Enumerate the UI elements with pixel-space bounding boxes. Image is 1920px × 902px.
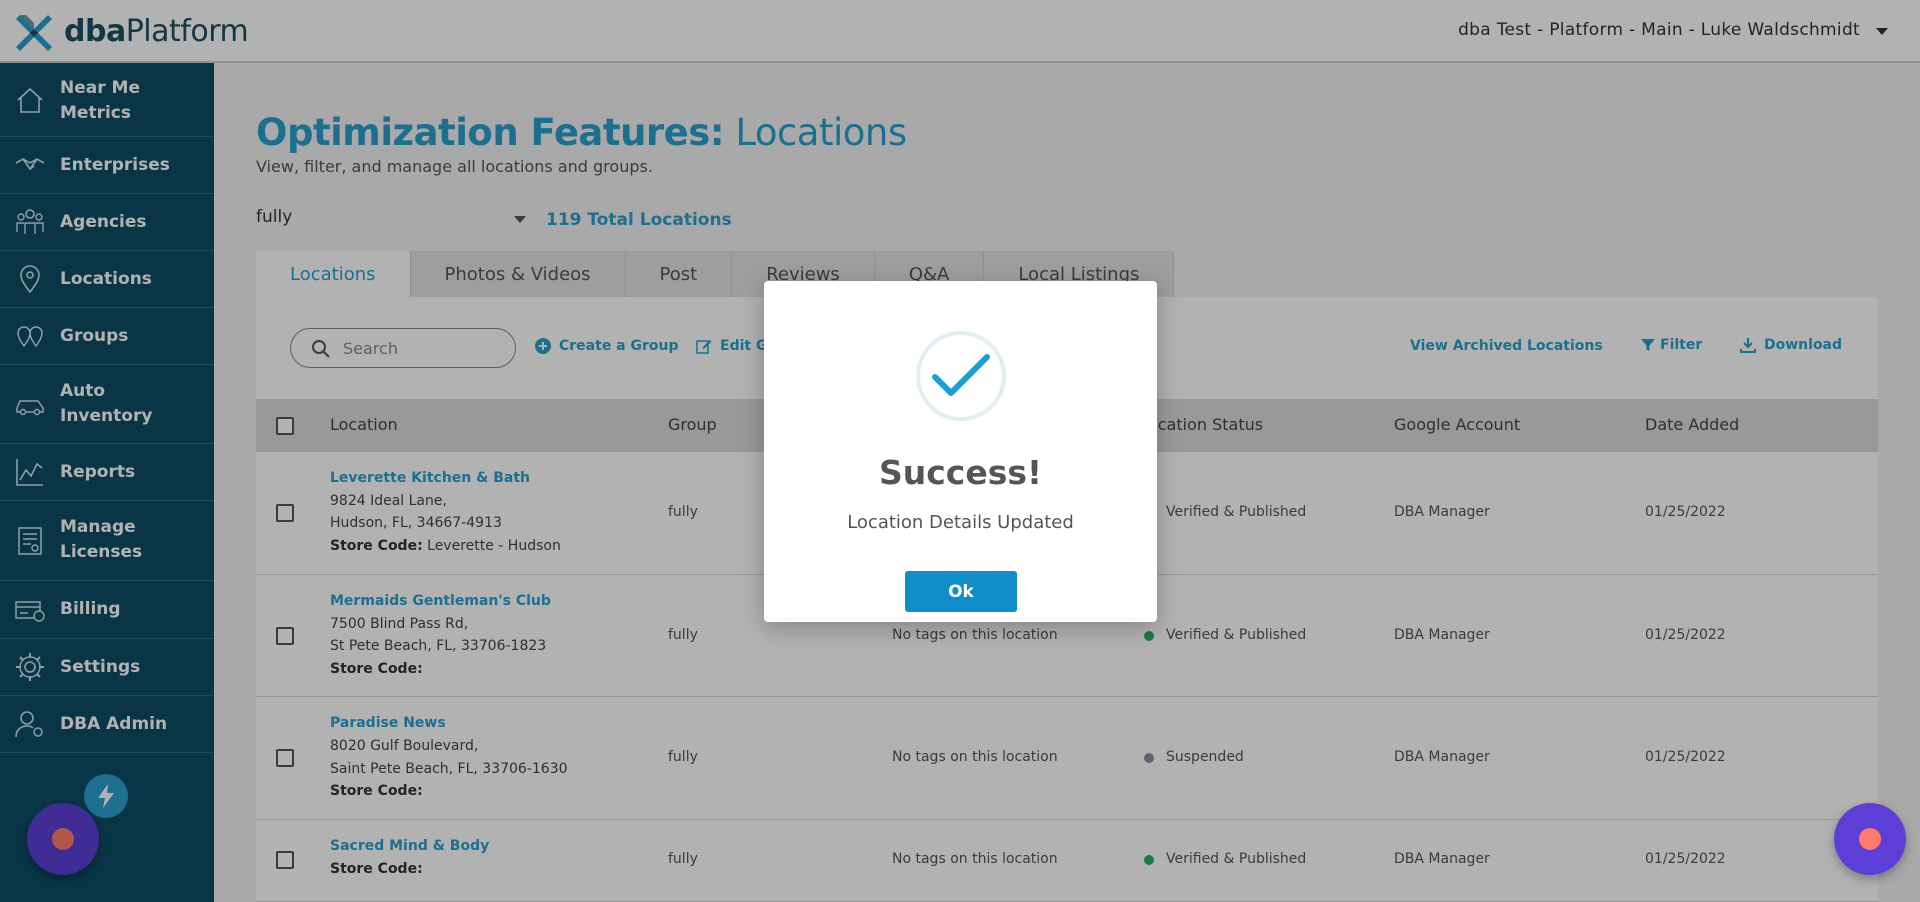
success-dialog: Success! Location Details Updated Ok	[764, 281, 1157, 622]
ok-button[interactable]: Ok	[905, 571, 1017, 612]
success-check-icon	[916, 331, 1006, 421]
record-button-right[interactable]	[1834, 803, 1906, 875]
dialog-message: Location Details Updated	[847, 512, 1074, 533]
record-dot-icon	[1859, 828, 1881, 850]
dialog-title: Success!	[878, 453, 1043, 492]
